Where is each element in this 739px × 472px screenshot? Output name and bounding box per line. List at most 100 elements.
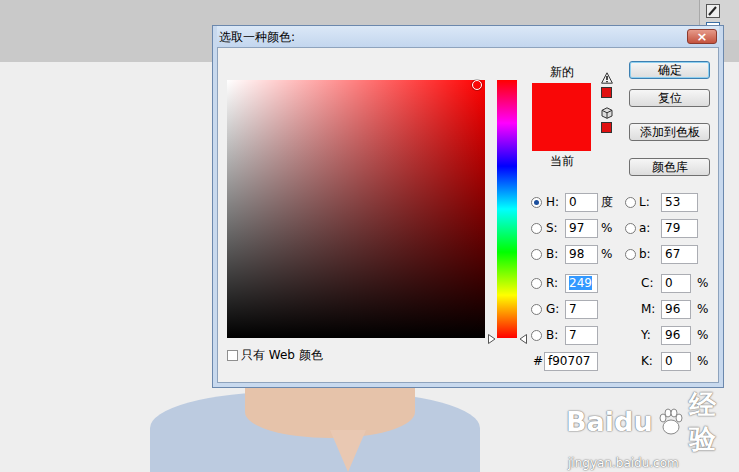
picker-row [227,80,517,338]
value-text[interactable]: 249 [569,276,592,290]
value-input[interactable]: 0 [565,193,598,212]
color-field[interactable] [227,80,485,338]
left-field: B: 98% [529,245,625,264]
brush-tool-icon [706,4,720,18]
hue-arrow-right-icon [519,333,527,343]
field-label: K: [641,354,661,368]
left-field: B: 7 [529,326,625,345]
dialog-button[interactable]: 颜色库 [629,158,710,176]
new-label: 新的 [550,65,574,79]
preview: 新的当前 [532,65,591,176]
dialog-button[interactable]: 复位 [629,89,710,107]
right-field: Y:96% [625,326,715,345]
right-field: K:0% [625,352,715,371]
field-unit: % [601,221,612,235]
radio-button[interactable] [531,197,542,208]
close-button[interactable]: × [687,29,717,44]
web-only-label[interactable]: 只有 Web 颜色 [241,347,323,364]
value-text[interactable]: 98 [569,247,584,261]
field-unit: % [697,302,708,316]
field-label: B: [546,328,565,342]
value-input[interactable]: 79 [661,219,698,238]
field-unit: % [697,328,708,342]
radio-button[interactable] [531,304,542,315]
radio-button[interactable] [531,330,542,341]
value-text[interactable]: f90707 [548,354,590,368]
field-row: G: 7 M: 96% [529,296,715,322]
field-label: R: [546,276,565,290]
value-input[interactable]: 96 [661,326,691,345]
preview-and-buttons: 新的当前 确定复位添加到色板颜色库 [529,61,715,176]
value-text[interactable]: 97 [569,221,584,235]
color-swatch [532,83,591,151]
radio-button[interactable] [531,223,542,234]
radio-button[interactable] [625,197,636,208]
left-field: S: 97% [529,219,625,238]
web-only-checkbox[interactable] [227,350,238,361]
watermark: Baidu经验jingyan.baidu.com [566,388,739,470]
value-text[interactable]: 0 [569,195,577,209]
value-text[interactable]: 79 [665,221,680,235]
value-input[interactable]: 7 [565,300,598,319]
field-unit: % [601,247,612,261]
radio-button[interactable] [625,223,636,234]
hue-slider[interactable] [497,80,517,338]
field-row: #f90707K:0% [529,348,715,374]
hue-strip[interactable] [497,80,517,338]
field-label: M: [641,302,661,316]
field-row: B: 7 Y:96% [529,322,715,348]
value-text[interactable]: 0 [665,276,673,290]
field-label: B: [546,247,565,261]
gamut-alert[interactable] [601,72,613,98]
value-text[interactable]: 7 [569,328,577,342]
field-unit: 度 [601,194,613,211]
hex-label: # [533,354,544,368]
field-row: B:98%b:67 [529,241,715,267]
field-label: H: [546,195,565,209]
dialog-title: 选取一种颜色: [219,30,295,44]
field-unit: % [697,276,708,290]
gamut-alert-swatch[interactable] [601,122,612,133]
current-color-swatch[interactable] [532,117,591,151]
value-input[interactable]: 0 [661,352,691,371]
right-field: L:53 [625,193,715,212]
color-field-marker[interactable] [472,80,482,90]
radio-button[interactable] [531,278,542,289]
dialog-button[interactable]: 添加到色板 [629,123,710,141]
gamut-alert[interactable] [601,107,613,133]
left-field: # f90707 [529,352,625,371]
value-input[interactable]: 98 [565,245,598,264]
field-label: C: [641,276,661,290]
radio-button[interactable] [625,249,636,260]
field-label: G: [546,302,565,316]
value-text[interactable]: 53 [665,195,680,209]
new-color-swatch [532,83,591,117]
left-field: R: 249 [529,274,625,293]
color-picker-dialog: 选取一种颜色: × 只有 Web 颜色 新的当前 确定复位添加到色板颜色库 H: 0 度 L:5… [212,25,724,388]
left-field: G: 7 [529,300,625,319]
value-input[interactable]: 53 [661,193,698,212]
value-input[interactable]: 67 [661,245,698,264]
controls-area: 新的当前确定复位添加到色板颜色库H:0度L:53S:97%a:79B:98%b:… [529,61,715,374]
field-row: R: 249 C: 0% [529,270,715,296]
warning-icon [601,72,613,84]
value-text[interactable]: 96 [665,328,680,342]
value-input[interactable]: 0 [661,274,691,293]
value-text[interactable]: 67 [665,247,680,261]
dialog-button[interactable]: 确定 [629,61,710,79]
gamut-alert-swatch[interactable] [601,87,612,98]
value-input[interactable]: 97 [565,219,598,238]
field-row: S:97%a:79 [529,215,715,241]
web-only-checkbox-row[interactable]: 只有 Web 颜色 [227,347,517,364]
current-label: 当前 [550,154,574,168]
value-input[interactable]: f90707 [544,352,598,371]
right-field: C: 0% [625,274,715,293]
field-label: S: [546,221,565,235]
value-text[interactable]: 7 [569,302,577,316]
value-input[interactable]: 96 [661,300,691,319]
value-input[interactable]: 249 [565,274,598,293]
radio-button[interactable] [531,249,542,260]
value-text[interactable]: 96 [665,302,680,316]
value-text[interactable]: 0 [665,354,673,368]
value-input[interactable]: 7 [565,326,598,345]
